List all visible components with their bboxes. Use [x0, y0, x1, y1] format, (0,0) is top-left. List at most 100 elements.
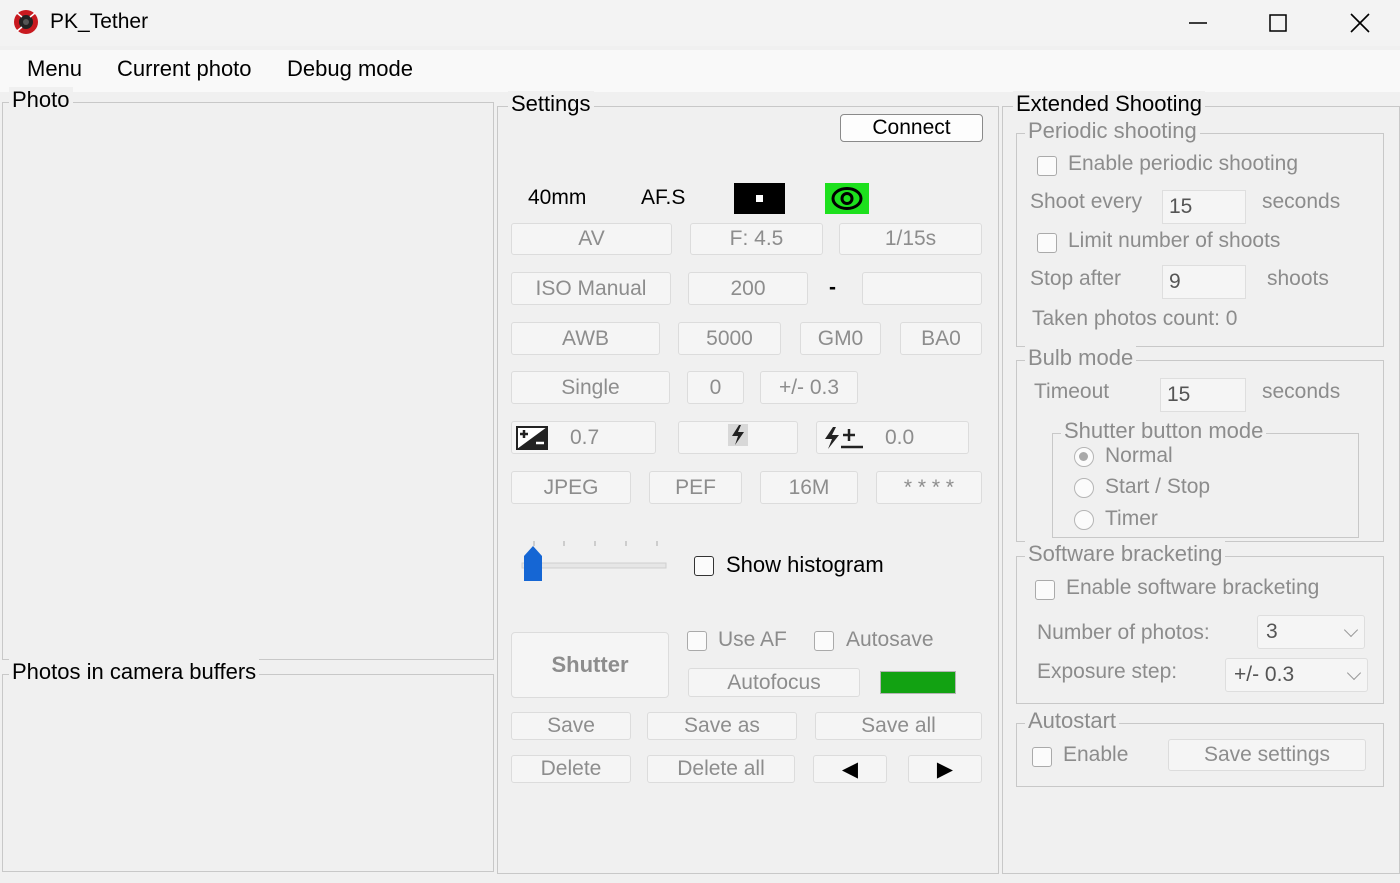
enable-bracketing-label: Enable software bracketing [1066, 576, 1320, 599]
normal-label: Normal [1105, 444, 1173, 467]
shoot-every-input[interactable]: 15 [1162, 190, 1246, 224]
number-of-photos-value: 3 [1266, 620, 1278, 643]
shoots-label: shoots [1267, 267, 1329, 290]
bracket-step-button[interactable]: +/- 0.3 [760, 371, 858, 404]
bulb-seconds-label: seconds [1262, 380, 1341, 403]
flash-mode-button[interactable] [678, 421, 798, 454]
save-as-button[interactable]: Save as [647, 712, 797, 740]
limit-shoots-label: Limit number of shoots [1068, 229, 1281, 252]
drive-mode-button[interactable]: Single [511, 371, 670, 404]
stop-after-label: Stop after [1030, 267, 1122, 290]
use-af-label: Use AF [718, 628, 787, 651]
quality-button[interactable]: * * * * [876, 471, 982, 504]
bulb-mode-title: Bulb mode [1025, 345, 1137, 371]
exposure-mode-button[interactable]: AV [511, 223, 672, 255]
number-of-photos-label: Number of photos: [1037, 621, 1210, 644]
timer-label: Timer [1105, 507, 1158, 530]
use-af-checkbox[interactable] [687, 631, 707, 651]
timeout-input[interactable]: 15 [1160, 378, 1246, 412]
histogram-slider[interactable] [520, 538, 668, 582]
delete-all-button[interactable]: Delete all [647, 755, 795, 783]
arrow-left-icon: ◀ [841, 757, 859, 781]
normal-radio[interactable] [1074, 447, 1094, 467]
number-of-photos-select[interactable]: 3 [1257, 615, 1365, 649]
app-camera-icon [12, 8, 40, 36]
settings-group-title: Settings [508, 91, 594, 117]
maximize-button[interactable] [1250, 0, 1306, 46]
focus-point-indicator [734, 183, 785, 214]
photo-group-title: Photo [9, 87, 73, 113]
exposure-step-label: Exposure step: [1037, 660, 1178, 683]
menu-item-menu[interactable]: Menu [27, 56, 82, 82]
status-indicator [880, 671, 956, 694]
autostart-title: Autostart [1025, 708, 1120, 734]
lens-label: 40mm [528, 186, 587, 209]
iso-separator: - [829, 276, 836, 299]
chevron-down-icon [1343, 622, 1359, 638]
exposure-compensation-value: 0.7 [570, 425, 600, 449]
gm-shift-button[interactable]: GM0 [800, 322, 881, 355]
exposure-step-select[interactable]: +/- 0.3 [1225, 658, 1368, 692]
delete-button[interactable]: Delete [511, 755, 631, 783]
timeout-label: Timeout [1034, 380, 1110, 403]
flash-compensation-icon [821, 425, 865, 451]
flash-icon [727, 422, 749, 454]
timer-radio[interactable] [1074, 510, 1094, 530]
previous-photo-button[interactable]: ◀ [813, 755, 887, 783]
resolution-button[interactable]: 16M [760, 471, 858, 504]
autosave-checkbox[interactable] [814, 631, 834, 651]
minimize-button[interactable] [1170, 0, 1226, 46]
show-histogram-label: Show histogram [726, 552, 884, 577]
ba-shift-button[interactable]: BA0 [900, 322, 982, 355]
enable-periodic-label: Enable periodic shooting [1068, 152, 1298, 175]
save-settings-button[interactable]: Save settings [1168, 739, 1366, 771]
file-format-button[interactable]: JPEG [511, 471, 631, 504]
photo-group: Photo [2, 87, 494, 660]
extended-shooting-title: Extended Shooting [1013, 91, 1205, 117]
periodic-shooting-title: Periodic shooting [1025, 118, 1200, 144]
save-button[interactable]: Save [511, 712, 631, 740]
close-button[interactable] [1332, 0, 1388, 46]
shutter-button-mode-title: Shutter button mode [1061, 418, 1267, 444]
iso-limit-button[interactable] [862, 272, 982, 305]
save-all-button[interactable]: Save all [815, 712, 982, 740]
arrow-right-icon: ▶ [936, 757, 954, 781]
chevron-down-icon [1346, 665, 1362, 681]
raw-format-button[interactable]: PEF [649, 471, 742, 504]
exposure-compensation-button[interactable]: 0.7 [511, 421, 656, 454]
menu-item-debug-mode[interactable]: Debug mode [287, 56, 413, 82]
drive-value-button[interactable]: 0 [687, 371, 744, 404]
shutter-button[interactable]: Shutter [511, 632, 669, 698]
enable-periodic-checkbox[interactable] [1037, 156, 1057, 176]
autofocus-button[interactable]: Autofocus [688, 668, 860, 697]
flash-compensation-button[interactable]: 0.0 [816, 421, 969, 454]
start-stop-label: Start / Stop [1105, 475, 1211, 498]
autostart-enable-checkbox[interactable] [1032, 747, 1052, 767]
window-title: PK_Tether [50, 10, 149, 33]
menu-item-current-photo[interactable]: Current photo [117, 56, 252, 82]
next-photo-button[interactable]: ▶ [908, 755, 982, 783]
exposure-compensation-icon [516, 425, 548, 451]
af-mode-label: AF.S [641, 186, 686, 209]
limit-shoots-checkbox[interactable] [1037, 233, 1057, 253]
color-temp-button[interactable]: 5000 [678, 322, 781, 355]
camera-buffers-title: Photos in camera buffers [9, 659, 260, 685]
flash-compensation-value: 0.0 [885, 425, 915, 449]
connect-button[interactable]: Connect [840, 114, 983, 142]
software-bracketing-title: Software bracketing [1025, 541, 1226, 567]
autosave-label: Autosave [846, 628, 934, 651]
metering-mode-icon [825, 183, 869, 214]
exposure-step-value: +/- 0.3 [1234, 663, 1295, 686]
start-stop-radio[interactable] [1074, 478, 1094, 498]
shoot-every-label: Shoot every [1030, 190, 1143, 213]
aperture-button[interactable]: F: 4.5 [690, 223, 823, 255]
show-histogram-checkbox[interactable] [694, 556, 714, 576]
enable-bracketing-checkbox[interactable] [1035, 580, 1055, 600]
stop-after-input[interactable]: 9 [1162, 265, 1246, 299]
taken-photos-count: Taken photos count: 0 [1032, 307, 1238, 330]
shutter-speed-button[interactable]: 1/15s [839, 223, 982, 255]
iso-mode-button[interactable]: ISO Manual [511, 272, 671, 305]
white-balance-button[interactable]: AWB [511, 322, 660, 355]
periodic-seconds-label: seconds [1262, 190, 1341, 213]
iso-value-button[interactable]: 200 [688, 272, 808, 305]
